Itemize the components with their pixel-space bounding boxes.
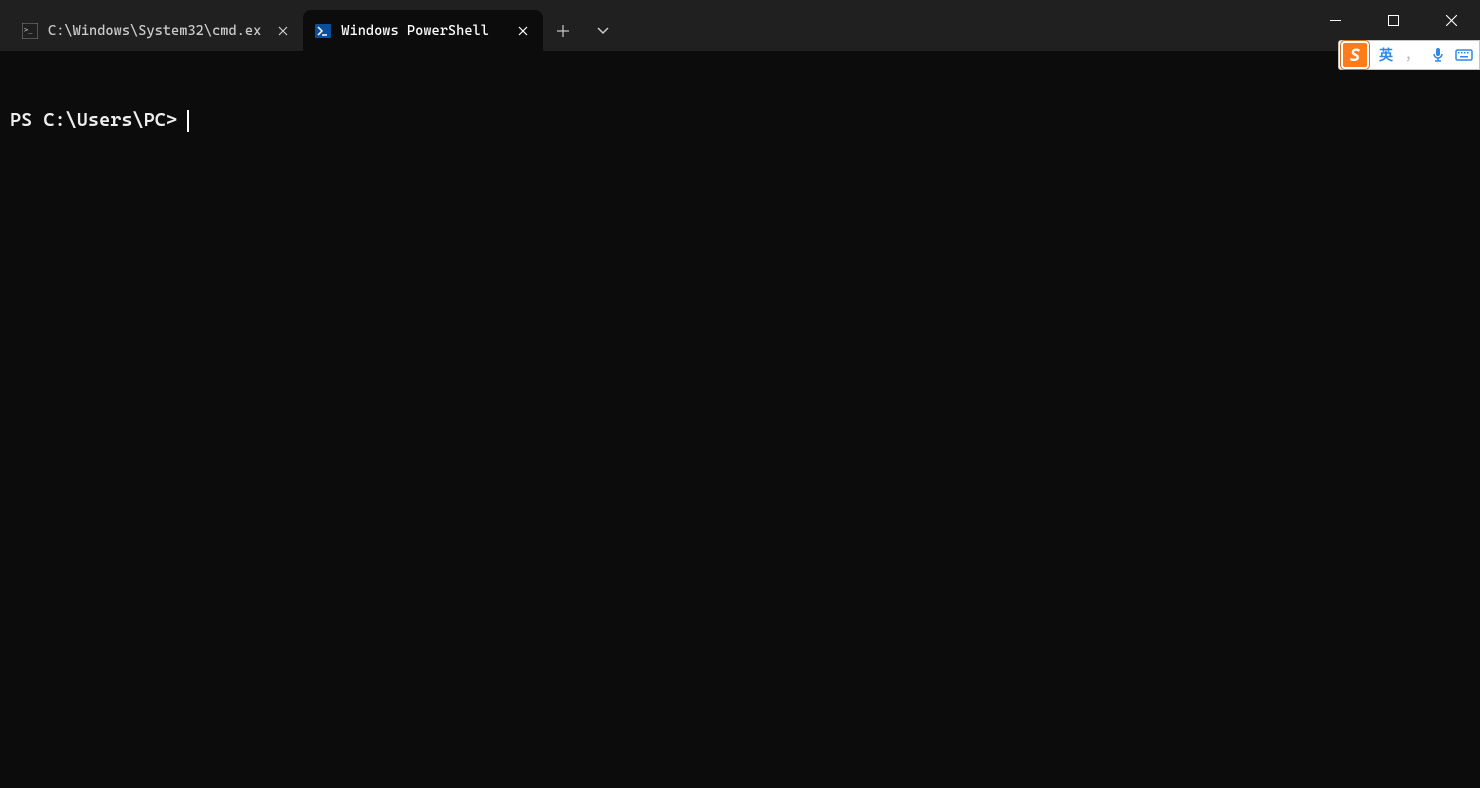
prompt-text: PS C:\Users\PC> bbox=[10, 108, 177, 133]
close-window-button[interactable] bbox=[1422, 0, 1480, 40]
close-icon bbox=[518, 26, 528, 36]
ime-voice-button[interactable] bbox=[1425, 41, 1451, 69]
maximize-button[interactable] bbox=[1364, 0, 1422, 40]
tab-actions bbox=[543, 0, 623, 51]
tab-label: Windows PowerShell bbox=[341, 23, 501, 39]
svg-text:>_: >_ bbox=[24, 26, 33, 34]
ime-punctuation-toggle[interactable]: ， bbox=[1399, 41, 1425, 69]
tab-close-button[interactable] bbox=[511, 19, 535, 43]
close-icon bbox=[1446, 15, 1457, 26]
title-bar: >_ C:\Windows\System32\cmd.ex Windows Po… bbox=[0, 0, 1480, 51]
plus-icon bbox=[557, 25, 569, 37]
microphone-icon bbox=[1431, 47, 1445, 63]
text-cursor bbox=[187, 110, 189, 132]
ime-language-toggle[interactable]: 英 bbox=[1373, 41, 1399, 69]
tab-dropdown-button[interactable] bbox=[583, 10, 623, 51]
chevron-down-icon bbox=[597, 27, 609, 35]
minimize-icon bbox=[1330, 15, 1341, 26]
maximize-icon bbox=[1388, 15, 1399, 26]
tab-powershell[interactable]: Windows PowerShell bbox=[303, 10, 543, 51]
titlebar-drag-region[interactable] bbox=[623, 0, 1306, 51]
powershell-icon bbox=[315, 23, 331, 39]
cmd-icon: >_ bbox=[22, 23, 38, 39]
tab-cmd[interactable]: >_ C:\Windows\System32\cmd.ex bbox=[10, 10, 303, 51]
prompt-line: PS C:\Users\PC> bbox=[10, 108, 1470, 133]
ime-keyboard-button[interactable] bbox=[1451, 41, 1477, 69]
close-icon bbox=[278, 26, 288, 36]
tab-label: C:\Windows\System32\cmd.ex bbox=[48, 23, 261, 39]
new-tab-button[interactable] bbox=[543, 10, 583, 51]
tab-strip: >_ C:\Windows\System32\cmd.ex Windows Po… bbox=[0, 0, 543, 51]
terminal-content[interactable]: PS C:\Users\PC> bbox=[0, 51, 1480, 166]
minimize-button[interactable] bbox=[1306, 0, 1364, 40]
keyboard-icon bbox=[1455, 48, 1473, 62]
ime-toolbar[interactable]: S 英 ， bbox=[1338, 40, 1480, 70]
tab-close-button[interactable] bbox=[271, 19, 295, 43]
ime-logo-icon[interactable]: S bbox=[1341, 41, 1369, 69]
